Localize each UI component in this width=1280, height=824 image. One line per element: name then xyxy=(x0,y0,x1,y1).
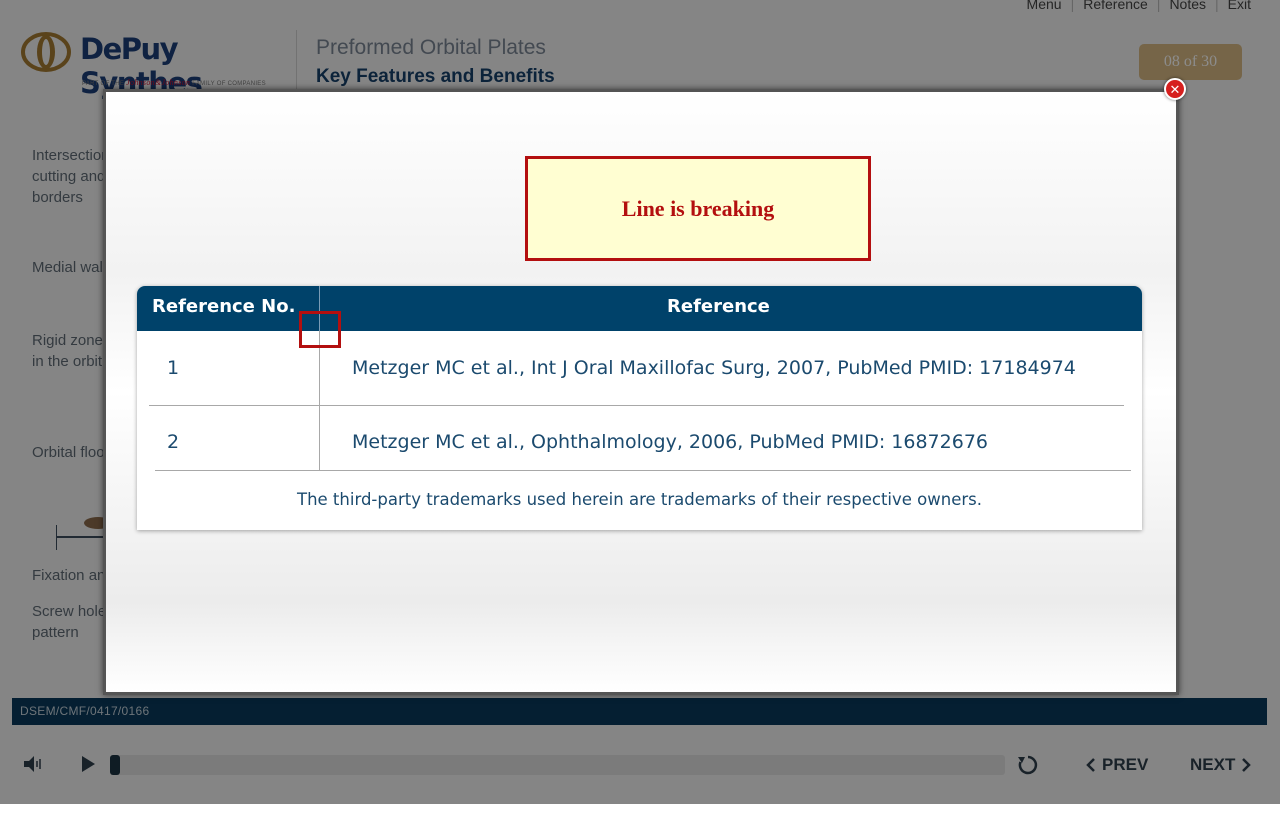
close-icon[interactable]: ✕ xyxy=(1164,78,1186,100)
reference-table: Reference No. Reference 1 Metzger MC et … xyxy=(137,286,1142,530)
row-1-no: 1 xyxy=(167,357,180,379)
row-divider xyxy=(149,405,1124,406)
row-divider xyxy=(155,470,1131,471)
header-reference-no: Reference No. xyxy=(152,296,296,317)
annotation-highlight xyxy=(299,311,341,348)
annotation-text: Line is breaking xyxy=(621,195,775,221)
row-2-no: 2 xyxy=(167,431,180,453)
trademark-note: The third-party trademarks used herein a… xyxy=(297,490,982,509)
header-reference: Reference xyxy=(667,296,770,317)
column-divider xyxy=(319,331,320,470)
annotation-callout: Line is breaking xyxy=(525,156,871,261)
slide-page: Menu | Reference | Notes | Exit DePuy Sy… xyxy=(0,0,1280,804)
row-1-reference: Metzger MC et al., Int J Oral Maxillofac… xyxy=(352,357,1076,379)
row-2-reference: Metzger MC et al., Ophthalmology, 2006, … xyxy=(352,431,988,453)
table-header: Reference No. Reference xyxy=(137,286,1142,331)
